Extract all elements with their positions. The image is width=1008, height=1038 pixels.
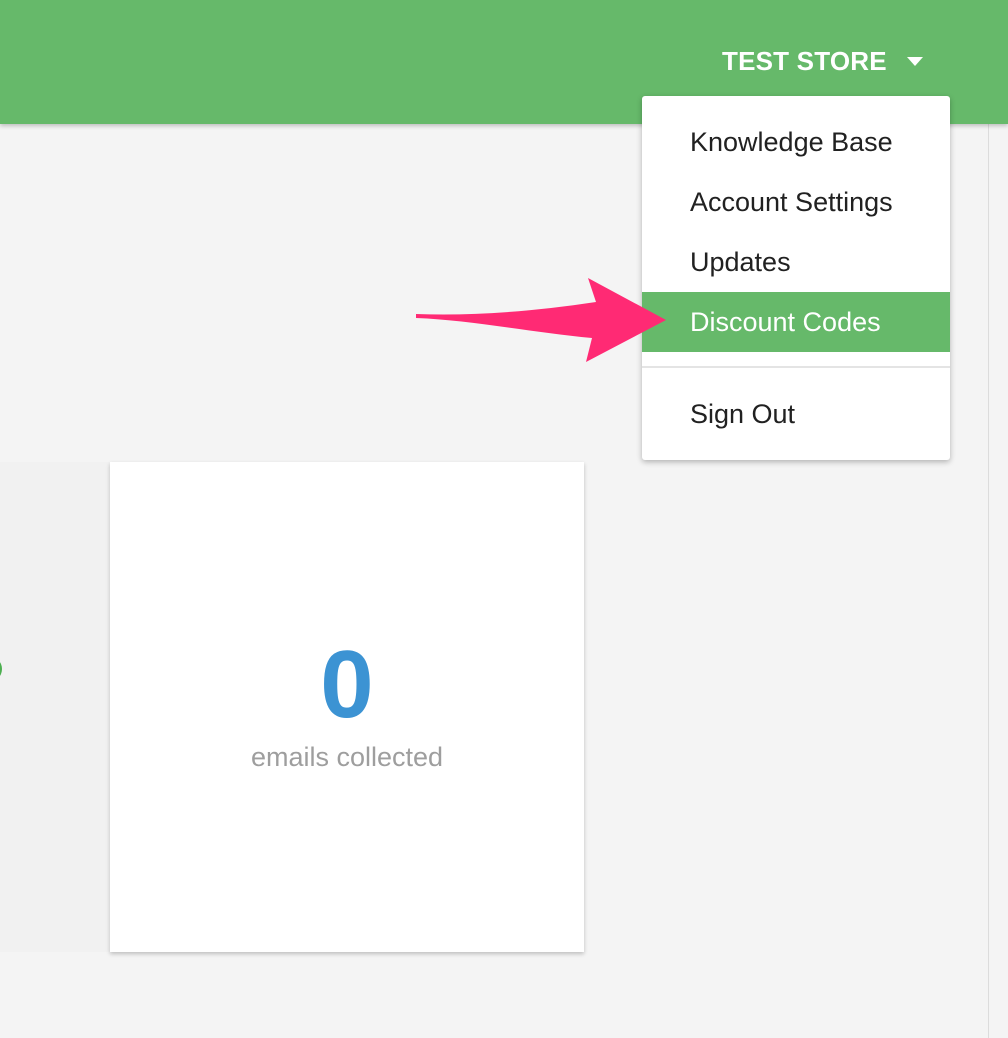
menu-item-updates[interactable]: Updates [642, 232, 950, 292]
menu-item-account-settings[interactable]: Account Settings [642, 172, 950, 232]
emails-collected-count: 0 [320, 631, 374, 738]
store-name: TEST STORE [722, 45, 887, 76]
scrollbar-track [988, 124, 989, 1038]
menu-item-sign-out[interactable]: Sign Out [642, 384, 950, 444]
emails-collected-label: emails collected [250, 742, 444, 772]
account-dropdown-menu: Knowledge Base Account Settings Updates … [642, 96, 950, 460]
menu-item-knowledge-base[interactable]: Knowledge Base [642, 112, 950, 172]
previous-stat-card [0, 462, 110, 952]
pointer-arrow-icon [416, 278, 666, 362]
menu-item-discount-codes[interactable]: Discount Codes [642, 292, 950, 352]
emails-collected-card: 0 emails collected [110, 462, 584, 952]
store-menu-toggle[interactable]: TEST STORE [714, 36, 923, 86]
caret-down-icon [906, 56, 923, 66]
menu-divider [642, 366, 950, 368]
